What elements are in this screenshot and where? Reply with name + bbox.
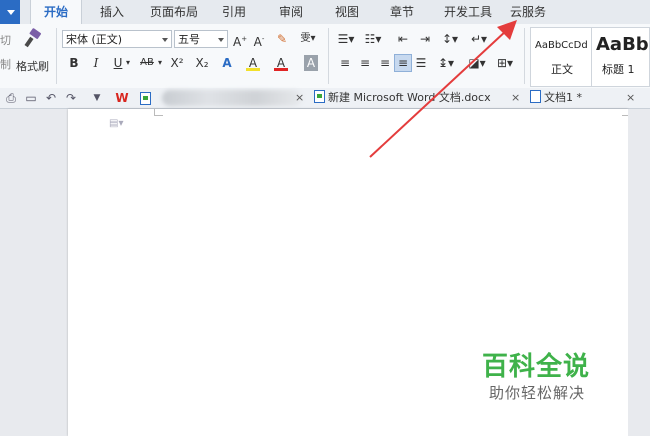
divider — [328, 28, 329, 84]
text-effect-button[interactable]: A — [220, 55, 234, 71]
clear-format-icon[interactable]: ✎ — [275, 31, 289, 47]
italic-button[interactable]: I — [90, 55, 102, 71]
decrease-indent-icon[interactable]: ⇤ — [396, 31, 410, 47]
redo-icon[interactable]: ↷ — [64, 90, 78, 106]
print-icon[interactable]: ⎙ — [4, 90, 18, 106]
customize-toolbar-icon[interactable]: ▼ — [92, 90, 102, 106]
style-preview: AaBbCcDd — [535, 40, 588, 51]
doc-tab-title: 文档1 * — [544, 91, 582, 104]
copy-label[interactable]: 制 — [0, 56, 11, 72]
pinyin-guide-icon[interactable]: 雯▾ — [298, 31, 318, 47]
font-size-combo[interactable]: 五号 — [174, 30, 228, 48]
ribbon: 切 制 格式刷 宋体 (正文) 五号 A+ A- ✎ 雯▾ B I U ▾ AB… — [0, 24, 650, 89]
close-icon[interactable]: × — [295, 90, 304, 106]
bullet-list-icon[interactable]: ☰▾ — [336, 31, 356, 47]
format-painter-icon[interactable] — [22, 28, 44, 52]
style-heading-1[interactable]: AaBb 标题 1 — [592, 27, 650, 87]
align-center-icon[interactable]: ≡ — [358, 55, 372, 71]
tab-developer-tools[interactable]: 开发工具 — [440, 0, 496, 24]
print-preview-icon[interactable]: ▭ — [24, 90, 38, 106]
doc-tab-document-1[interactable]: 文档1 * — [530, 90, 582, 106]
divider — [56, 28, 57, 84]
tab-insert[interactable]: 插入 — [92, 0, 132, 24]
right-margin-area — [628, 109, 650, 436]
line-spacing-icon[interactable]: ↨▾ — [436, 55, 456, 71]
close-icon[interactable]: × — [626, 90, 635, 106]
border-icon[interactable]: ⊞▾ — [494, 55, 516, 71]
format-painter-label[interactable]: 格式刷 — [16, 58, 49, 74]
undo-icon[interactable]: ↶ — [44, 90, 58, 106]
margin-corner-mark — [154, 109, 163, 116]
menu-bar: 开始 插入 页面布局 引用 审阅 视图 章节 开发工具 云服务 — [0, 0, 650, 25]
numbered-list-icon[interactable]: ☷▾ — [363, 31, 383, 47]
underline-button[interactable]: U — [112, 55, 124, 71]
doc-tab-microsoft-word[interactable]: 新建 Microsoft Word 文档.docx — [314, 90, 491, 106]
align-right-icon[interactable]: ≡ — [378, 55, 392, 71]
align-left-icon[interactable]: ≡ — [338, 55, 352, 71]
tab-chapter[interactable]: 章节 — [384, 0, 420, 24]
style-name: 标题 1 — [602, 63, 635, 76]
font-size-value: 五号 — [178, 33, 200, 46]
document-icon — [530, 90, 541, 103]
left-margin-area — [0, 109, 68, 436]
shrink-font-icon[interactable]: A- — [252, 31, 266, 49]
document-icon[interactable] — [140, 92, 154, 106]
tab-cloud-service[interactable]: 云服务 — [507, 0, 549, 24]
paragraph-marker-icon: ▤▾ — [109, 118, 124, 129]
app-menu-dropdown-icon[interactable] — [0, 0, 20, 24]
highlight-button[interactable]: A — [246, 55, 260, 71]
document-icon — [314, 90, 325, 103]
justify-icon[interactable]: ≡ — [394, 54, 412, 72]
style-preview: AaBb — [596, 34, 649, 55]
style-normal[interactable]: AaBbCcDd 正文 — [530, 27, 592, 87]
chevron-down-icon — [218, 38, 224, 42]
shading-icon[interactable]: ◪▾ — [466, 55, 488, 71]
increase-indent-icon[interactable]: ⇥ — [418, 31, 432, 47]
char-shading-icon[interactable]: A — [304, 55, 318, 71]
watermark-subtitle: 助你轻松解决 — [489, 384, 586, 402]
divider — [524, 28, 525, 84]
close-icon[interactable]: × — [511, 90, 520, 106]
sort-icon[interactable]: ↕▾ — [440, 31, 460, 47]
tab-page-layout[interactable]: 页面布局 — [146, 0, 202, 24]
tab-home[interactable]: 开始 — [30, 0, 82, 24]
font-name-combo[interactable]: 宋体 (正文) — [62, 30, 172, 48]
tab-review[interactable]: 审阅 — [273, 0, 309, 24]
chevron-down-icon — [162, 38, 168, 42]
tab-view[interactable]: 视图 — [329, 0, 365, 24]
grow-font-icon[interactable]: A+ — [233, 31, 247, 49]
watermark-title: 百科全说 — [482, 352, 591, 382]
bold-button[interactable]: B — [68, 55, 80, 71]
blurred-tab — [162, 90, 302, 106]
font-name-value: 宋体 (正文) — [66, 33, 123, 46]
subscript-button[interactable]: X₂ — [193, 55, 211, 71]
style-name: 正文 — [551, 63, 573, 76]
chevron-down-icon[interactable]: ▾ — [124, 55, 132, 71]
font-color-button[interactable]: A — [274, 55, 288, 71]
strikethrough-button[interactable]: AB — [138, 55, 156, 71]
distributed-align-icon[interactable]: ☰ — [414, 55, 428, 71]
chevron-down-icon[interactable]: ▾ — [156, 55, 164, 71]
tab-references[interactable]: 引用 — [216, 0, 252, 24]
show-marks-icon[interactable]: ↵▾ — [470, 31, 488, 47]
wps-logo-icon[interactable]: W — [114, 90, 130, 106]
cut-label[interactable]: 切 — [0, 32, 11, 48]
doc-tab-title: 新建 Microsoft Word 文档.docx — [328, 91, 491, 104]
superscript-button[interactable]: X² — [168, 55, 186, 71]
